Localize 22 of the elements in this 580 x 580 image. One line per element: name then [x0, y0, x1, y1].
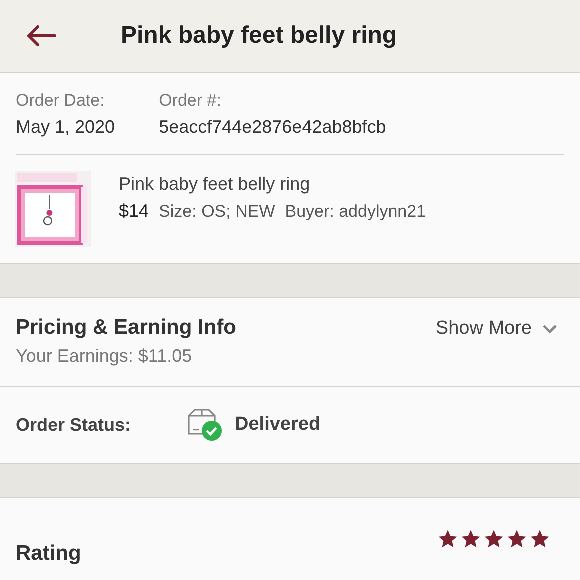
item-price: $14: [119, 201, 150, 222]
star-icon: [461, 529, 481, 549]
item-title: Pink baby feet belly ring: [119, 174, 312, 195]
order-number: 5eaccf744e2876e42ab8bfcb: [159, 117, 386, 138]
star-icon: [438, 529, 458, 549]
star-icon: [507, 529, 527, 549]
rating-label: Rating: [16, 542, 82, 566]
earnings-text: Your Earnings: $11.05: [16, 346, 194, 367]
back-arrow-icon: [25, 24, 57, 48]
delivery-status: Delivered: [235, 414, 321, 436]
page-title: Pink baby feet belly ring: [121, 22, 398, 50]
order-date: May 1, 2020: [16, 117, 116, 138]
order-status-label: Order Status:: [16, 414, 132, 436]
show-more-button[interactable]: Show More: [436, 316, 558, 340]
delivered-box-icon: [187, 408, 223, 442]
item-size: Size: OS; NEW: [159, 202, 276, 222]
section-title: Pricing & Earning Info: [16, 316, 237, 340]
buyer-name: Buyer: addylynn21: [285, 202, 426, 222]
order-number-label: Order #:: [159, 91, 222, 111]
order-date-label: Order Date:: [16, 91, 106, 111]
star-icon: [484, 529, 504, 549]
star-icon: [530, 529, 550, 549]
